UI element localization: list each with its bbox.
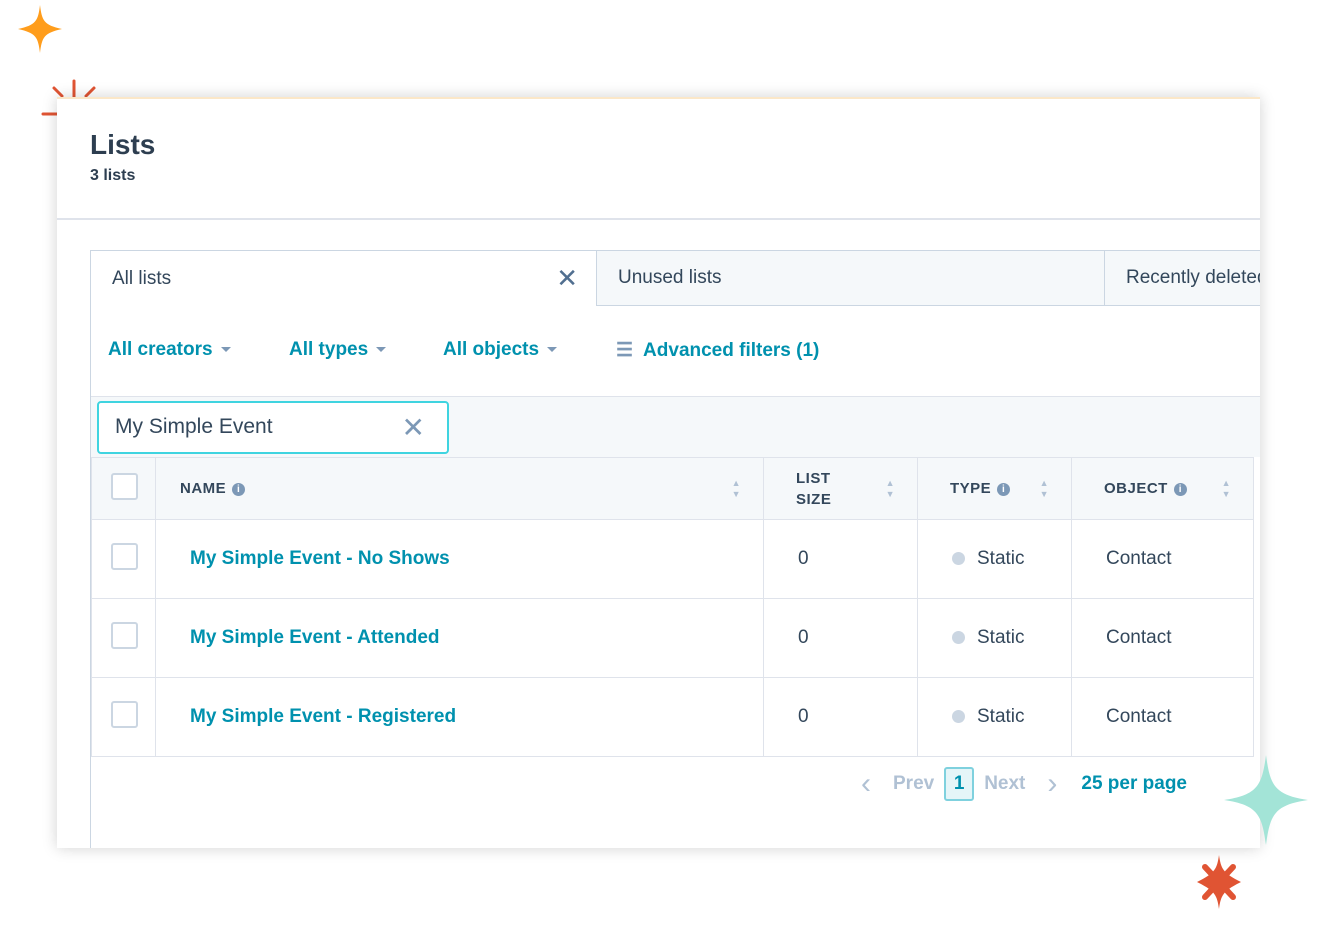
info-icon[interactable]: i: [1173, 482, 1187, 496]
dropdown-label: All creators: [108, 339, 213, 360]
chevron-left-icon[interactable]: ‹: [861, 767, 871, 801]
status-dot: [952, 631, 965, 645]
name-cell: My Simple Event - Attended: [155, 598, 764, 678]
advanced-filters-button[interactable]: ☰ Advanced filters (1): [616, 339, 819, 362]
type-label: Static: [977, 706, 1025, 727]
info-icon[interactable]: i: [232, 482, 246, 496]
lists-card: Lists 3 lists All lists ✕ Unused lists Re…: [57, 97, 1260, 848]
red-sparkle-decoration: [1197, 855, 1241, 909]
select-all-checkbox[interactable]: [111, 473, 138, 500]
tab-label: Recently deleted: [1126, 267, 1260, 288]
type-cell: Static: [917, 598, 1072, 678]
info-icon[interactable]: i: [997, 482, 1011, 496]
caret-down-icon: [547, 347, 558, 353]
page-title: Lists: [90, 129, 156, 160]
table-row: My Simple Event - Registered 0 Static Co…: [91, 677, 1254, 757]
type-label: Static: [977, 627, 1025, 648]
chevron-right-icon[interactable]: ›: [1047, 767, 1057, 801]
pagination: ‹ Prev 1 Next › 25 per page: [861, 765, 1187, 803]
select-all-cell: [91, 457, 156, 520]
mint-sparkle-decoration: [1224, 755, 1308, 845]
dropdown-label: All types: [289, 339, 369, 360]
size-cell: 0: [763, 598, 918, 678]
tab-recently-deleted[interactable]: Recently deleted: [1105, 251, 1260, 306]
type-cell: Static: [917, 519, 1072, 599]
list-name-link[interactable]: My Simple Event - Attended: [190, 627, 440, 648]
name-cell: My Simple Event - No Shows: [155, 519, 764, 599]
per-page-dropdown[interactable]: 25 per page: [1081, 773, 1187, 795]
object-column-header[interactable]: OBJECT i ▲ ▼: [1071, 457, 1254, 520]
close-icon[interactable]: ✕: [556, 263, 578, 294]
header-label: TYPE: [950, 480, 992, 497]
lists-table: NAME i ▲ ▼ LIST SIZE ▲ ▼ TYPE i ▲ ▼ OBJECT i ▲ ▼ My …: [91, 457, 1254, 757]
dropdown-label: All objects: [443, 339, 540, 360]
object-cell: Contact: [1071, 519, 1254, 599]
list-name-link[interactable]: My Simple Event - Registered: [190, 706, 456, 727]
divider: [57, 218, 1260, 220]
list-size-column-header[interactable]: LIST SIZE ▲ ▼: [763, 457, 918, 520]
page-1-button[interactable]: 1: [944, 767, 975, 801]
status-dot: [952, 710, 965, 724]
row-select-cell: [91, 598, 156, 678]
object-cell: Contact: [1071, 677, 1254, 757]
button-label: Advanced filters (1): [643, 340, 820, 361]
caret-down-icon: [376, 347, 387, 353]
all-objects-dropdown[interactable]: All objects: [443, 339, 558, 361]
row-select-cell: [91, 519, 156, 599]
list-name-link[interactable]: My Simple Event - No Shows: [190, 548, 450, 569]
row-checkbox[interactable]: [111, 542, 138, 570]
type-cell: Static: [917, 677, 1072, 757]
type-column-header[interactable]: TYPE i ▲ ▼: [917, 457, 1072, 520]
prev-button[interactable]: Prev: [893, 773, 934, 795]
header-label: LIST: [796, 469, 831, 487]
sort-icon[interactable]: ▲ ▼: [732, 478, 741, 500]
row-checkbox[interactable]: [111, 621, 138, 649]
header-label: SIZE: [796, 490, 832, 508]
header-label: OBJECT: [1104, 480, 1168, 497]
header-label: NAME: [180, 480, 227, 497]
tab-label: Unused lists: [618, 267, 722, 288]
table-row: My Simple Event - Attended 0 Static Cont…: [91, 598, 1254, 678]
tab-all-lists[interactable]: All lists ✕: [91, 251, 597, 306]
name-column-header[interactable]: NAME i ▲ ▼: [155, 457, 764, 520]
name-cell: My Simple Event - Registered: [155, 677, 764, 757]
tab-label: All lists: [112, 267, 172, 289]
sort-icon[interactable]: ▲ ▼: [886, 478, 895, 500]
size-cell: 0: [763, 677, 918, 757]
orange-sparkle-decoration: [18, 5, 62, 53]
row-select-cell: [91, 677, 156, 757]
status-dot: [952, 552, 965, 566]
table-header-row: NAME i ▲ ▼ LIST SIZE ▲ ▼ TYPE i ▲ ▼ OBJECT i ▲ ▼: [91, 457, 1254, 520]
row-checkbox[interactable]: [111, 700, 138, 728]
list-count: 3 lists: [90, 167, 136, 184]
sort-icon[interactable]: ▲ ▼: [1040, 478, 1049, 500]
search-value: My Simple Event: [115, 415, 273, 438]
tab-unused-lists[interactable]: Unused lists: [597, 251, 1105, 306]
lists-panel: All lists ✕ Unused lists Recently deleted…: [90, 250, 1260, 848]
search-row: My Simple Event ✕: [91, 396, 1260, 457]
table-row: My Simple Event - No Shows 0 Static Cont…: [91, 519, 1254, 599]
all-types-dropdown[interactable]: All types: [289, 339, 387, 361]
search-input[interactable]: My Simple Event ✕: [97, 401, 449, 454]
type-label: Static: [977, 548, 1025, 569]
all-creators-dropdown[interactable]: All creators: [108, 339, 231, 361]
sliders-icon: ☰: [616, 340, 634, 361]
size-cell: 0: [763, 519, 918, 599]
caret-down-icon: [220, 347, 231, 353]
object-cell: Contact: [1071, 598, 1254, 678]
clear-search-icon[interactable]: ✕: [402, 411, 425, 444]
next-button[interactable]: Next: [984, 773, 1025, 795]
sort-icon[interactable]: ▲ ▼: [1222, 478, 1231, 500]
